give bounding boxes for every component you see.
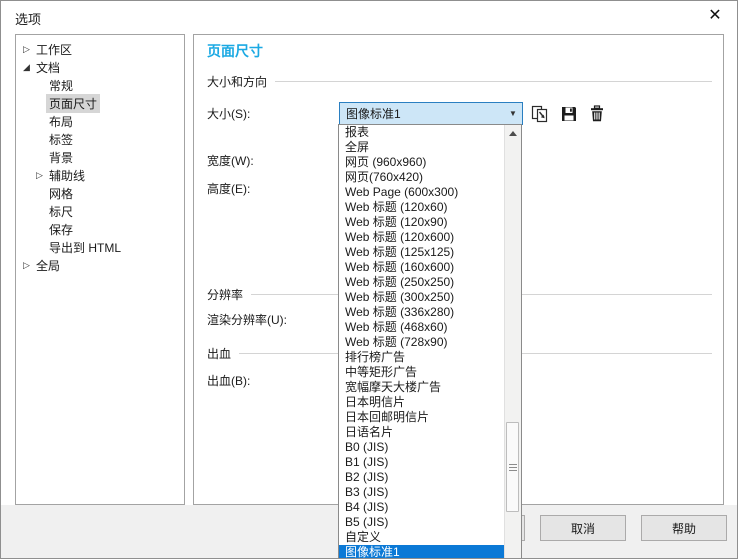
dropdown-item[interactable]: 宽幅摩天大楼广告 [339, 380, 504, 395]
size-dropdown-list: 报表 全屏 网页 (960x960) 网页(760x420) Web Page (600… [338, 124, 522, 558]
options-dialog: 选项 ✕ ▷ 工作区 ◢ 文档 常规 页面尺寸 布局 标签 背景 ▷ 辅助线 网格 标尺 保存 导出到 HT… [0, 0, 738, 559]
page-title: 页面尺寸 [207, 43, 263, 59]
sidebar-item-1[interactable]: ▷ 工作区 [16, 40, 184, 58]
dropdown-item[interactable]: Web 标题 (120x60) [339, 200, 504, 215]
dropdown-item[interactable]: B4 (JIS) [339, 500, 504, 515]
width-label: 宽度(W): [207, 154, 254, 168]
dropdown-item[interactable]: 图像标准1 [339, 545, 504, 558]
sidebar-item-5[interactable]: 布局 [16, 112, 184, 130]
scroll-up-icon[interactable] [506, 126, 520, 140]
size-label: 大小(S): [207, 107, 251, 121]
sidebar-item-label: 文档 [36, 60, 61, 75]
dropdown-item[interactable]: 全屏 [339, 140, 504, 155]
category-tree: ▷ 工作区 ◢ 文档 常规 页面尺寸 布局 标签 背景 ▷ 辅助线 网格 标尺 保存 导出到 HTML ▷ 全局 [15, 34, 185, 505]
sidebar-item-label: 页面尺寸 [46, 93, 101, 113]
group-label: 分辨率 [207, 287, 244, 302]
sidebar-item-label: 导出到 HTML [49, 240, 122, 255]
dropdown-item[interactable]: 中等矩形广告 [339, 365, 504, 380]
delete-page-size-button[interactable] [587, 104, 607, 124]
sidebar-item-label: 工作区 [36, 42, 73, 57]
group-size-orientation: 大小和方向 [207, 73, 712, 89]
sidebar-item-3[interactable]: 常规 [16, 76, 184, 94]
sidebar-item-8[interactable]: ▷ 辅助线 [16, 166, 184, 184]
size-combobox-value: 图像标准1 [346, 107, 401, 121]
group-label: 大小和方向 [207, 74, 268, 89]
scrollbar-thumb[interactable] [506, 422, 519, 512]
divider [275, 80, 712, 82]
dropdown-items: 报表 全屏 网页 (960x960) 网页(760x420) Web Page (600… [339, 125, 504, 558]
group-label: 出血 [207, 346, 232, 361]
sidebar-item-11[interactable]: 保存 [16, 220, 184, 238]
floppy-save-icon [560, 105, 578, 123]
help-button[interactable]: 帮助 [641, 515, 727, 541]
sidebar-item-label: 常规 [49, 78, 74, 93]
sidebar-item-10[interactable]: 标尺 [16, 202, 184, 220]
close-icon[interactable]: ✕ [703, 4, 727, 26]
dropdown-item[interactable]: Web 标题 (125x125) [339, 245, 504, 260]
sidebar-item-4[interactable]: 页面尺寸 [16, 93, 184, 113]
sidebar-item-label: 背景 [49, 150, 74, 165]
save-page-size-button[interactable] [559, 104, 579, 124]
sidebar-item-9[interactable]: 网格 [16, 184, 184, 202]
expander-collapsed-icon[interactable]: ▷ [20, 44, 33, 55]
sidebar-item-13[interactable]: ▷ 全局 [16, 256, 184, 274]
dropdown-item[interactable]: 日语名片 [339, 425, 504, 440]
trash-icon [588, 105, 606, 123]
bleed-label: 出血(B): [207, 374, 251, 388]
sidebar-item-label: 全局 [36, 258, 61, 273]
sidebar-item-label: 网格 [49, 186, 74, 201]
dropdown-item[interactable]: 报表 [339, 125, 504, 140]
get-page-size-from-printer-button[interactable] [530, 104, 550, 124]
sidebar-item-label: 保存 [49, 222, 74, 237]
sidebar-item-12[interactable]: 导出到 HTML [16, 238, 184, 256]
dropdown-item[interactable]: B0 (JIS) [339, 440, 504, 455]
dropdown-item[interactable]: 日本回邮明信片 [339, 410, 504, 425]
title-bar: 选项 ✕ [1, 1, 737, 34]
sidebar-item-label: 标尺 [49, 204, 74, 219]
dropdown-item[interactable]: 网页 (960x960) [339, 155, 504, 170]
sidebar-item-label: 布局 [49, 114, 74, 129]
dropdown-item[interactable]: B1 (JIS) [339, 455, 504, 470]
dropdown-item[interactable]: 日本明信片 [339, 395, 504, 410]
sidebar-item-6[interactable]: 标签 [16, 130, 184, 148]
dropdown-scrollbar[interactable] [504, 125, 521, 558]
page-arrow-icon [531, 105, 549, 123]
dropdown-item[interactable]: 自定义 [339, 530, 504, 545]
expander-collapsed-icon[interactable]: ▷ [33, 170, 46, 181]
cancel-button[interactable]: 取消 [540, 515, 626, 541]
dropdown-item[interactable]: Web 标题 (468x60) [339, 320, 504, 335]
dropdown-item[interactable]: Web 标题 (120x90) [339, 215, 504, 230]
grip-icon [508, 466, 517, 468]
dropdown-item[interactable]: Web 标题 (728x90) [339, 335, 504, 350]
height-label: 高度(E): [207, 182, 251, 196]
sidebar-item-7[interactable]: 背景 [16, 148, 184, 166]
dropdown-item[interactable]: Web Page (600x300) [339, 185, 504, 200]
dropdown-item[interactable]: B2 (JIS) [339, 470, 504, 485]
chevron-down-icon: ▼ [509, 109, 517, 118]
sidebar-item-2[interactable]: ◢ 文档 [16, 58, 184, 76]
dropdown-item[interactable]: Web 标题 (336x280) [339, 305, 504, 320]
size-combobox[interactable]: 图像标准1 ▼ [339, 102, 523, 125]
dropdown-item[interactable]: Web 标题 (300x250) [339, 290, 504, 305]
render-resolution-label: 渲染分辨率(U): [207, 313, 287, 327]
dropdown-item[interactable]: B5 (JIS) [339, 515, 504, 530]
sidebar-item-label: 标签 [49, 132, 74, 147]
expander-expanded-icon[interactable]: ◢ [20, 62, 33, 73]
expander-collapsed-icon[interactable]: ▷ [20, 260, 33, 271]
dropdown-item[interactable]: Web 标题 (120x600) [339, 230, 504, 245]
dropdown-item[interactable]: B3 (JIS) [339, 485, 504, 500]
sidebar-item-label: 辅助线 [49, 168, 86, 183]
dropdown-item[interactable]: 排行榜广告 [339, 350, 504, 365]
dropdown-item[interactable]: 网页(760x420) [339, 170, 504, 185]
dropdown-item[interactable]: Web 标题 (160x600) [339, 260, 504, 275]
dropdown-item[interactable]: Web 标题 (250x250) [339, 275, 504, 290]
dialog-title: 选项 [15, 12, 42, 27]
